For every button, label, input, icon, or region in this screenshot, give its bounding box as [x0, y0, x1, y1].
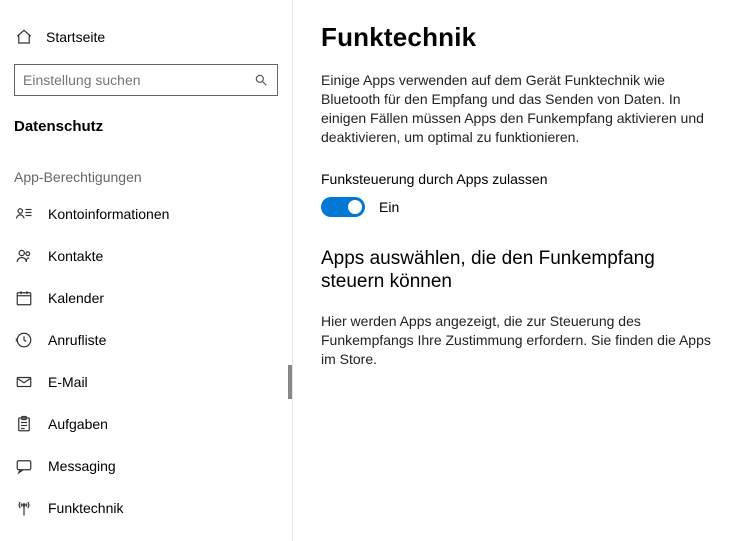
sidebar-item-messaging[interactable]: Messaging — [0, 445, 292, 487]
search-icon — [253, 72, 269, 88]
sidebar-item-calendar[interactable]: Kalender — [0, 277, 292, 319]
sidebar-item-label: Kalender — [48, 290, 104, 306]
sidebar-item-label: Anrufliste — [48, 332, 106, 348]
sidebar-item-label: Kontakte — [48, 248, 103, 264]
messaging-icon — [14, 456, 34, 476]
sidebar-item-radios[interactable]: Funktechnik — [0, 487, 292, 529]
toggle-label: Funksteuerung durch Apps zulassen — [321, 171, 722, 187]
sidebar-item-label: Kontoinformationen — [48, 206, 169, 222]
toggle-knob — [348, 200, 362, 214]
search-input-wrap[interactable] — [14, 64, 278, 96]
call-history-icon — [14, 330, 34, 350]
sidebar-section-heading: Datenschutz — [0, 96, 292, 135]
search-input[interactable] — [23, 72, 253, 88]
sidebar: Startseite Datenschutz App-Berechtigunge… — [0, 0, 293, 541]
radios-icon — [14, 498, 34, 518]
sidebar-item-contacts[interactable]: Kontakte — [0, 235, 292, 277]
sidebar-item-call-history[interactable]: Anrufliste — [0, 319, 292, 361]
sidebar-item-label: E-Mail — [48, 374, 88, 390]
account-info-icon — [14, 204, 34, 224]
sidebar-subsection-heading: App-Berechtigungen — [0, 135, 292, 189]
page-title: Funktechnik — [321, 22, 722, 53]
section-subdescription: Hier werden Apps angezeigt, die zur Steu… — [321, 312, 722, 369]
sidebar-item-label: Aufgaben — [48, 416, 108, 432]
home-icon — [14, 28, 34, 46]
allow-radio-control-toggle[interactable] — [321, 197, 365, 217]
sidebar-item-tasks[interactable]: Aufgaben — [0, 403, 292, 445]
content-pane: Funktechnik Einige Apps verwenden auf de… — [293, 0, 750, 541]
toggle-state-text: Ein — [379, 199, 399, 215]
email-icon — [14, 372, 34, 392]
sidebar-item-label: Funktechnik — [48, 500, 123, 516]
home-nav[interactable]: Startseite — [0, 18, 292, 56]
calendar-icon — [14, 288, 34, 308]
page-description: Einige Apps verwenden auf dem Gerät Funk… — [321, 71, 722, 147]
sidebar-item-label: Messaging — [48, 458, 116, 474]
section-subtitle: Apps auswählen, die den Funkempfang steu… — [321, 247, 721, 295]
sidebar-item-email[interactable]: E-Mail — [0, 361, 292, 403]
contacts-icon — [14, 246, 34, 266]
sidebar-item-account-info[interactable]: Kontoinformationen — [0, 193, 292, 235]
home-label: Startseite — [46, 29, 105, 45]
sidebar-nav-list: Kontoinformationen Kontakte Kalender — [0, 193, 292, 529]
tasks-icon — [14, 414, 34, 434]
